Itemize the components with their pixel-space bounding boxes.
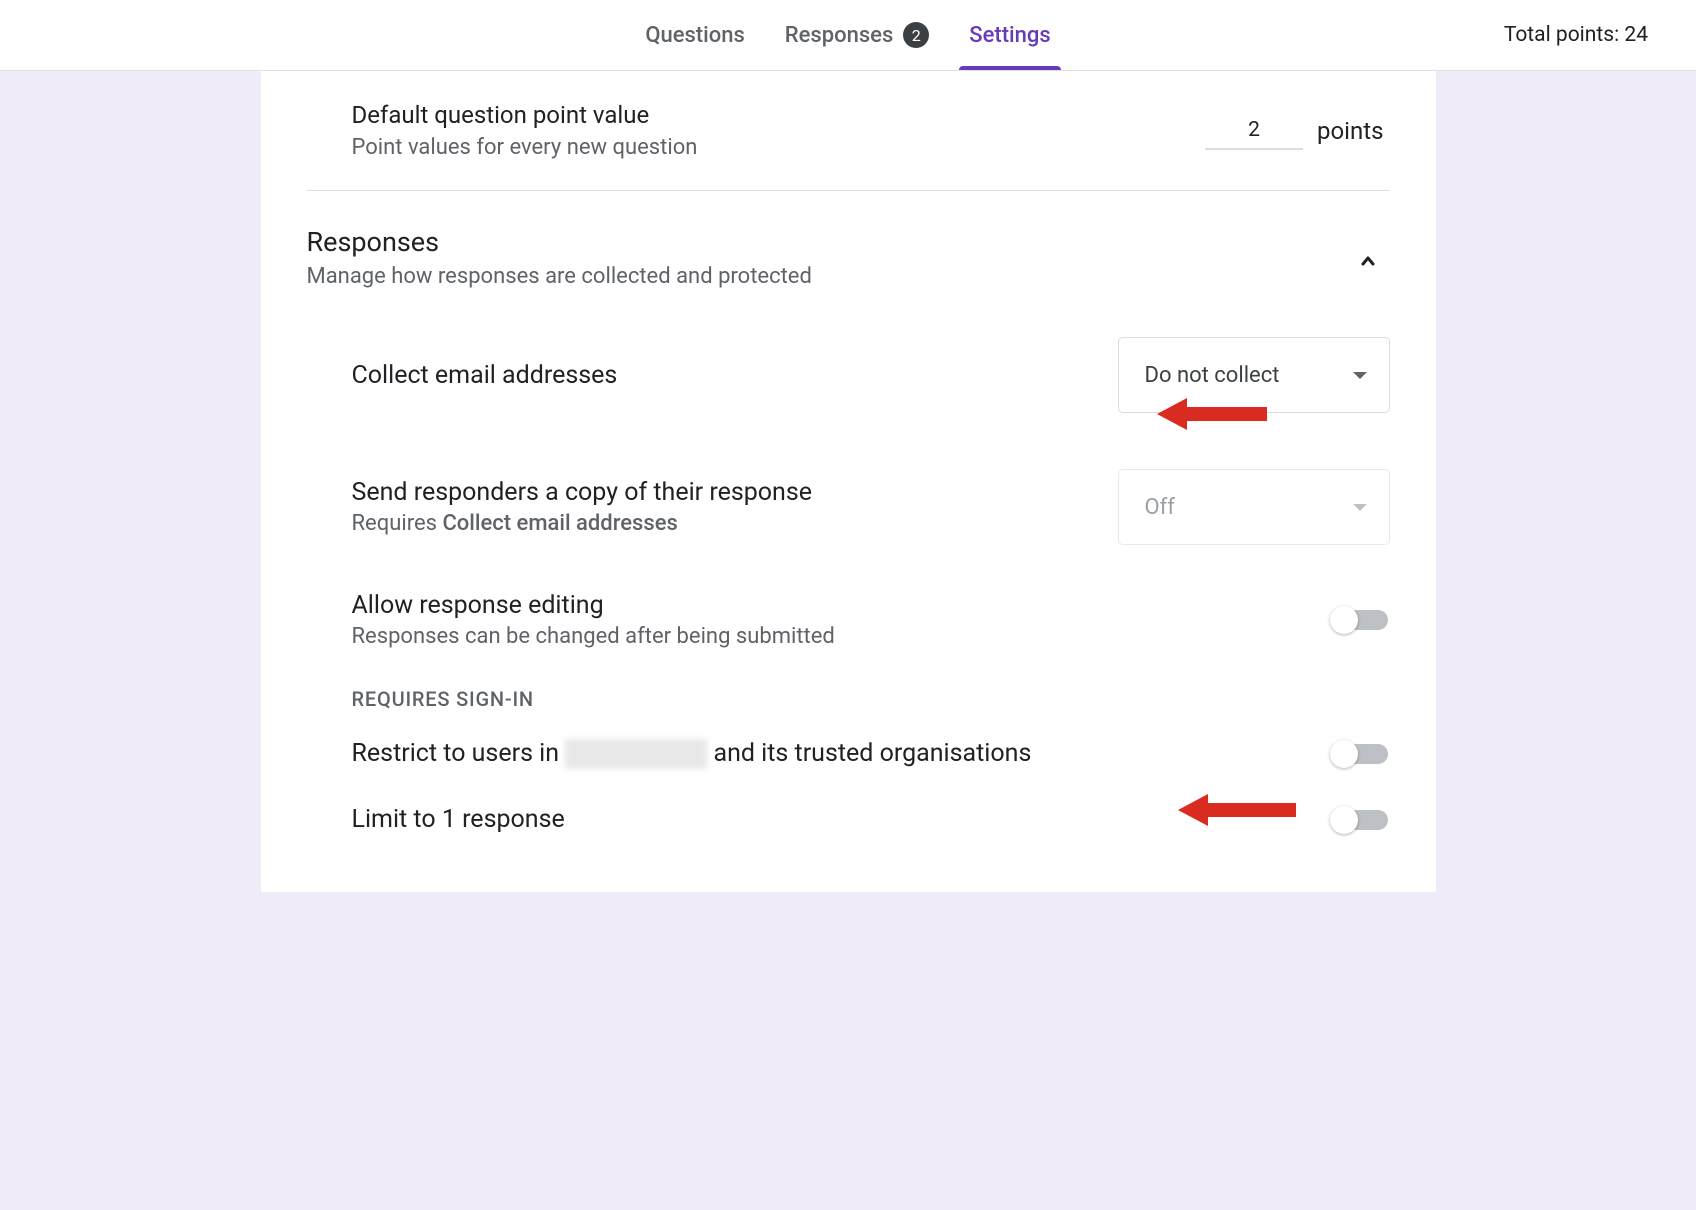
- point-value-input[interactable]: [1205, 112, 1303, 150]
- restrict-users-row: Restrict to users in and its trusted org…: [352, 721, 1390, 787]
- responses-section-title: Responses: [307, 226, 812, 258]
- send-copy-row: Send responders a copy of their response…: [352, 441, 1390, 573]
- collect-email-text: Collect email addresses: [352, 361, 618, 390]
- allow-edit-description: Responses can be changed after being sub…: [352, 624, 835, 649]
- default-question-text: Default question point value Point value…: [352, 101, 1206, 160]
- restrict-suffix: and its trusted organisations: [707, 739, 1031, 768]
- total-points-display: Total points: 24: [1504, 23, 1648, 47]
- tab-responses[interactable]: Responses 2: [765, 0, 949, 70]
- responses-section-text: Responses Manage how responses are colle…: [307, 226, 812, 289]
- default-question-title: Default question point value: [352, 101, 1206, 129]
- restrict-users-toggle[interactable]: [1332, 744, 1388, 764]
- point-input-wrapper: points: [1205, 112, 1390, 150]
- dropdown-arrow-icon: [1353, 504, 1367, 511]
- chevron-up-icon[interactable]: [1353, 246, 1383, 276]
- send-copy-text: Send responders a copy of their response…: [352, 478, 813, 536]
- requires-signin-header: REQUIRES SIGN-IN: [352, 667, 1390, 721]
- tab-settings-label: Settings: [969, 23, 1050, 48]
- org-name-redacted: [565, 739, 707, 769]
- tab-questions-label: Questions: [645, 23, 744, 48]
- send-copy-desc-bold: Collect email addresses: [442, 511, 677, 536]
- responses-section-description: Manage how responses are collected and p…: [307, 264, 812, 289]
- responses-body: Collect email addresses Do not collect S…: [307, 309, 1390, 852]
- allow-edit-row: Allow response editing Responses can be …: [352, 573, 1390, 667]
- limit-one-toggle[interactable]: [1332, 810, 1388, 830]
- content-wrapper: Default question point value Point value…: [0, 71, 1696, 892]
- default-question-description: Point values for every new question: [352, 135, 1206, 160]
- limit-one-label: Limit to 1 response: [352, 805, 565, 834]
- tab-questions[interactable]: Questions: [625, 0, 764, 70]
- allow-edit-text: Allow response editing Responses can be …: [352, 591, 835, 649]
- send-copy-dropdown: Off: [1118, 469, 1390, 545]
- points-unit-label: points: [1317, 117, 1390, 145]
- send-copy-selected: Off: [1145, 495, 1175, 520]
- allow-edit-toggle[interactable]: [1332, 610, 1388, 630]
- send-copy-desc: Requires Collect email addresses: [352, 511, 813, 536]
- default-question-point-row: Default question point value Point value…: [307, 71, 1390, 191]
- annotation-arrow-2: [1178, 788, 1296, 836]
- tab-responses-label: Responses: [785, 23, 893, 48]
- send-copy-label: Send responders a copy of their response: [352, 478, 813, 507]
- responses-section-header: Responses Manage how responses are colle…: [307, 191, 1390, 309]
- toggle-thumb: [1330, 806, 1358, 834]
- restrict-users-label: Restrict to users in and its trusted org…: [352, 739, 1032, 769]
- dropdown-arrow-icon: [1353, 372, 1367, 379]
- tab-settings[interactable]: Settings: [949, 0, 1070, 70]
- send-copy-desc-prefix: Requires: [352, 511, 443, 536]
- toggle-thumb: [1330, 740, 1358, 768]
- annotation-arrow-1: [1157, 392, 1267, 440]
- allow-edit-label: Allow response editing: [352, 591, 835, 620]
- toggle-thumb: [1330, 606, 1358, 634]
- collect-email-label: Collect email addresses: [352, 361, 618, 390]
- restrict-prefix: Restrict to users in: [352, 739, 566, 768]
- settings-card: Default question point value Point value…: [261, 71, 1436, 892]
- collect-email-selected: Do not collect: [1145, 363, 1280, 388]
- header-tabs-bar: Questions Responses 2 Settings Total poi…: [0, 0, 1696, 71]
- responses-count-badge: 2: [903, 22, 929, 48]
- tabs-container: Questions Responses 2 Settings: [625, 0, 1070, 70]
